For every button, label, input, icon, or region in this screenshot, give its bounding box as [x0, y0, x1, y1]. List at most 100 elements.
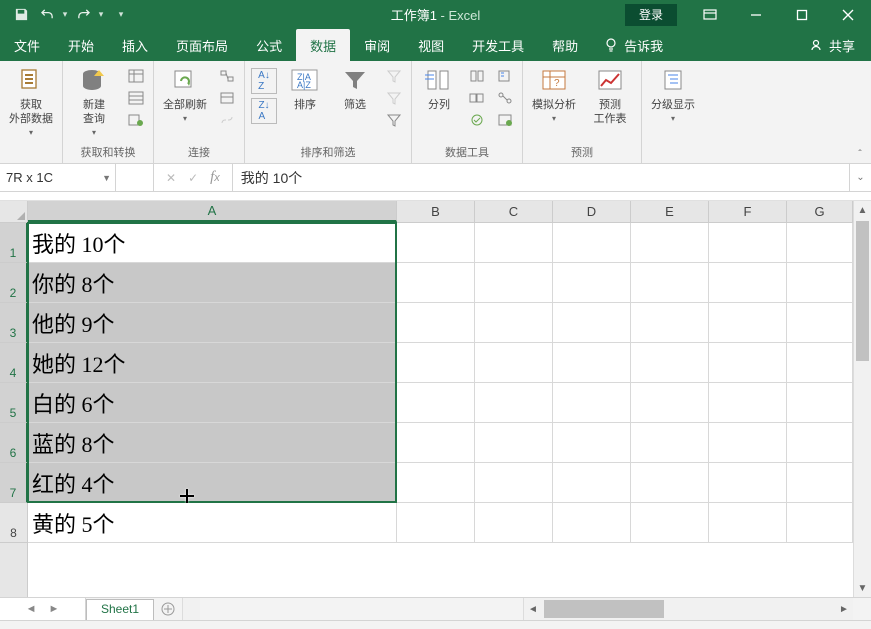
refresh-all-button[interactable]: 全部刷新▾	[160, 64, 210, 126]
scroll-down-icon[interactable]: ▼	[854, 579, 871, 597]
cell-B6[interactable]	[397, 423, 475, 462]
from-table-icon[interactable]	[125, 88, 147, 108]
cell-E6[interactable]	[631, 423, 709, 462]
cell-E2[interactable]	[631, 263, 709, 302]
cell-G5[interactable]	[787, 383, 853, 422]
cell-D8[interactable]	[553, 503, 631, 542]
cell-E7[interactable]	[631, 463, 709, 502]
sheet-tab-active[interactable]: Sheet1	[86, 599, 154, 620]
recent-sources-icon[interactable]	[125, 110, 147, 130]
cell-D7[interactable]	[553, 463, 631, 502]
accept-formula-icon[interactable]: ✓	[188, 171, 198, 185]
connections-icon[interactable]	[216, 66, 238, 86]
cell-B8[interactable]	[397, 503, 475, 542]
sheet-nav[interactable]: ◄ ►	[0, 598, 86, 620]
edit-links-icon[interactable]	[216, 110, 238, 130]
text-to-columns-button[interactable]: 分列	[418, 64, 460, 112]
cell-D6[interactable]	[553, 423, 631, 462]
col-header-D[interactable]: D	[553, 201, 631, 222]
add-sheet-button[interactable]	[154, 598, 182, 620]
sort-asc-icon[interactable]: A↓Z	[251, 68, 277, 94]
cell-A7[interactable]: 红的 4个	[28, 463, 397, 502]
tab-layout[interactable]: 页面布局	[162, 29, 242, 61]
row-header-7[interactable]: 7	[0, 463, 28, 503]
cell-F5[interactable]	[709, 383, 787, 422]
data-validation-icon[interactable]	[466, 110, 488, 130]
cell-C4[interactable]	[475, 343, 553, 382]
cell-A3[interactable]: 他的 9个	[28, 303, 397, 342]
cell-F2[interactable]	[709, 263, 787, 302]
cell-A5[interactable]: 白的 6个	[28, 383, 397, 422]
sheet-next-icon[interactable]: ►	[49, 603, 60, 615]
col-header-F[interactable]: F	[709, 201, 787, 222]
name-box[interactable]: 7R x 1C ▼	[0, 164, 116, 191]
horizontal-scrollbar[interactable]: ◄ ►	[523, 598, 853, 620]
close-icon[interactable]	[825, 0, 871, 29]
name-box-dropdown-icon[interactable]: ▼	[102, 173, 111, 183]
cell-G4[interactable]	[787, 343, 853, 382]
row-header-1[interactable]: 1	[0, 223, 28, 263]
redo-dropdown-icon[interactable]: ▾	[96, 0, 106, 29]
cell-E8[interactable]	[631, 503, 709, 542]
cell-C5[interactable]	[475, 383, 553, 422]
tab-file[interactable]: 文件	[0, 29, 54, 61]
cell-F8[interactable]	[709, 503, 787, 542]
show-queries-icon[interactable]	[125, 66, 147, 86]
flash-fill-icon[interactable]	[466, 66, 488, 86]
properties-icon[interactable]	[216, 88, 238, 108]
outline-button[interactable]: 分级显示▾	[648, 64, 698, 126]
cell-F7[interactable]	[709, 463, 787, 502]
cell-G2[interactable]	[787, 263, 853, 302]
cell-B2[interactable]	[397, 263, 475, 302]
clear-filter-icon[interactable]	[383, 66, 405, 86]
col-header-C[interactable]: C	[475, 201, 553, 222]
cell-A1[interactable]: 我的 10个	[28, 223, 397, 262]
cell-F3[interactable]	[709, 303, 787, 342]
remove-duplicates-icon[interactable]	[466, 88, 488, 108]
cell-G6[interactable]	[787, 423, 853, 462]
select-all-corner[interactable]	[0, 201, 28, 223]
undo-dropdown-icon[interactable]: ▾	[60, 0, 70, 29]
save-icon[interactable]	[8, 0, 34, 29]
vertical-scrollbar[interactable]: ▲ ▼	[853, 201, 871, 597]
cell-B7[interactable]	[397, 463, 475, 502]
cell-D1[interactable]	[553, 223, 631, 262]
tab-help[interactable]: 帮助	[538, 29, 592, 61]
tell-me[interactable]: 告诉我	[592, 29, 675, 61]
cell-E1[interactable]	[631, 223, 709, 262]
row-header-3[interactable]: 3	[0, 303, 28, 343]
hscroll-left-icon[interactable]: ◄	[524, 604, 542, 615]
cell-B4[interactable]	[397, 343, 475, 382]
sort-button[interactable]: Z|AA|Z 排序	[283, 64, 327, 112]
cell-B1[interactable]	[397, 223, 475, 262]
cell-D2[interactable]	[553, 263, 631, 302]
cell-C3[interactable]	[475, 303, 553, 342]
col-header-E[interactable]: E	[631, 201, 709, 222]
qat-customize-icon[interactable]: ▾	[112, 0, 130, 29]
sort-desc-icon[interactable]: Z↓A	[251, 98, 277, 124]
expand-formula-bar-icon[interactable]: ⌄	[849, 164, 871, 191]
tab-view[interactable]: 视图	[404, 29, 458, 61]
cell-D5[interactable]	[553, 383, 631, 422]
row-header-8[interactable]: 8	[0, 503, 27, 543]
row-header-5[interactable]: 5	[0, 383, 28, 423]
cell-A2[interactable]: 你的 8个	[28, 263, 397, 302]
cell-G1[interactable]	[787, 223, 853, 262]
row-header-4[interactable]: 4	[0, 343, 28, 383]
filter-button[interactable]: 筛选	[333, 64, 377, 112]
insert-function-icon[interactable]: fx	[210, 169, 220, 186]
cells-area[interactable]: 我的 10个你的 8个他的 9个她的 12个白的 6个蓝的 8个红的 4个黄的 …	[28, 223, 853, 597]
tab-review[interactable]: 审阅	[350, 29, 404, 61]
cell-E4[interactable]	[631, 343, 709, 382]
row-header-6[interactable]: 6	[0, 423, 28, 463]
cell-A4[interactable]: 她的 12个	[28, 343, 397, 382]
cell-C2[interactable]	[475, 263, 553, 302]
minimize-icon[interactable]	[733, 0, 779, 29]
col-header-G[interactable]: G	[787, 201, 853, 222]
advanced-filter-icon[interactable]	[383, 110, 405, 130]
tab-dev[interactable]: 开发工具	[458, 29, 538, 61]
cell-A6[interactable]: 蓝的 8个	[28, 423, 397, 462]
row-header-2[interactable]: 2	[0, 263, 28, 303]
tab-data[interactable]: 数据	[296, 29, 350, 61]
cell-F1[interactable]	[709, 223, 787, 262]
